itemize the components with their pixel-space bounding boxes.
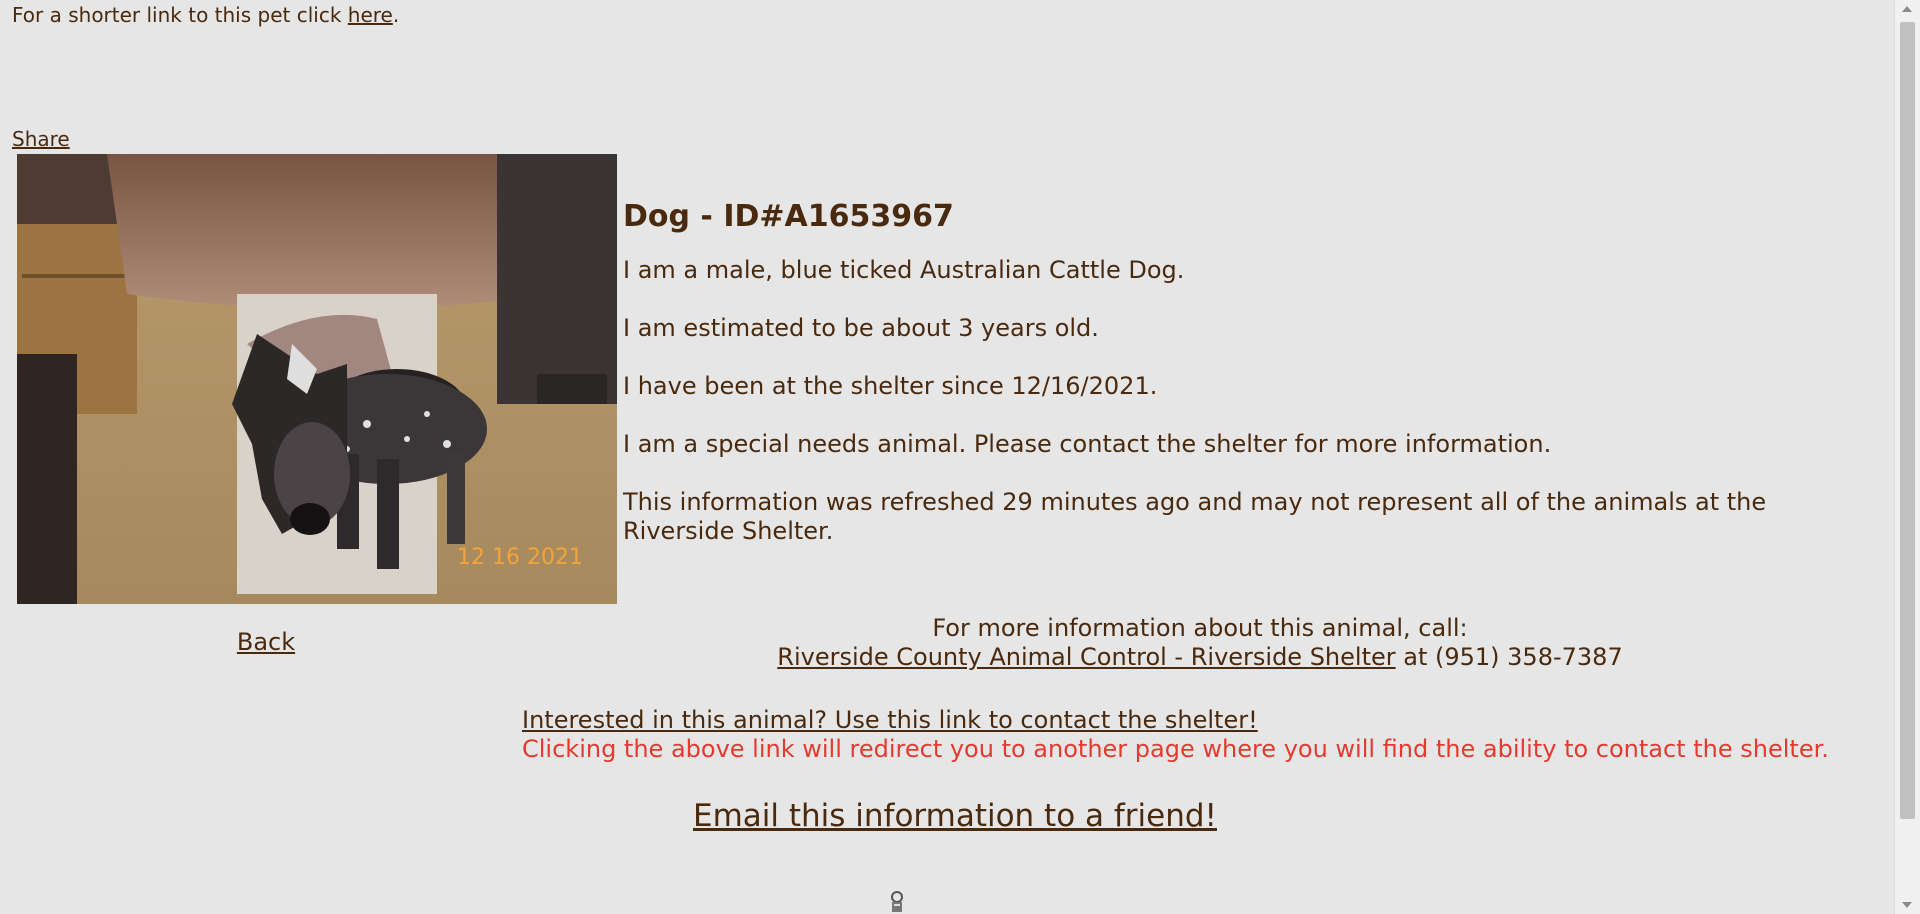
pet-detail-page: For a shorter link to this pet click her… — [0, 0, 1895, 914]
loading-icon — [891, 891, 903, 912]
pet-photo: 12 16 2021 — [17, 154, 617, 604]
short-link-here[interactable]: here — [348, 3, 393, 27]
email-friend-link[interactable]: Email this information to a friend! — [693, 798, 1217, 834]
redirect-note: Clicking the above link will redirect yo… — [522, 735, 1829, 763]
short-link-suffix: . — [392, 3, 400, 27]
vertical-scrollbar[interactable] — [1894, 0, 1920, 914]
animal-intake-line: I have been at the shelter since 12/16/2… — [623, 372, 1158, 400]
call-info: For more information about this animal, … — [520, 614, 1880, 672]
refresh-notice: This information was refreshed 29 minute… — [623, 488, 1767, 545]
scroll-up-icon[interactable] — [1902, 6, 1912, 12]
animal-info: Dog - ID#A1653967 I am a male, blue tick… — [623, 200, 1868, 575]
short-link-prefix: For a shorter link to this pet click — [12, 3, 348, 27]
shelter-link[interactable]: Riverside County Animal Control - Rivers… — [777, 643, 1395, 671]
dog-photo-illustration: 12 16 2021 — [17, 154, 617, 604]
share-link[interactable]: Share — [12, 127, 70, 151]
contact-shelter-link[interactable]: Interested in this animal? Use this link… — [522, 706, 1258, 734]
call-text: For more information about this animal, … — [932, 614, 1468, 642]
back-link[interactable]: Back — [237, 628, 295, 656]
animal-age-line: I am estimated to be about 3 years old. — [623, 314, 1099, 342]
contact-shelter-block: Interested in this animal? Use this link… — [522, 706, 1829, 764]
animal-title: Dog - ID#A1653967 — [623, 199, 954, 234]
animal-special-needs-line: I am a special needs animal. Please cont… — [623, 430, 1552, 458]
scroll-thumb[interactable] — [1900, 22, 1915, 819]
short-link-line: For a shorter link to this pet click her… — [12, 2, 399, 28]
shelter-phone: at (951) 358-7387 — [1395, 643, 1623, 671]
animal-description-line: I am a male, blue ticked Australian Catt… — [623, 256, 1185, 284]
scroll-down-icon[interactable] — [1902, 902, 1912, 908]
photo-date-stamp: 12 16 2021 — [457, 545, 583, 570]
